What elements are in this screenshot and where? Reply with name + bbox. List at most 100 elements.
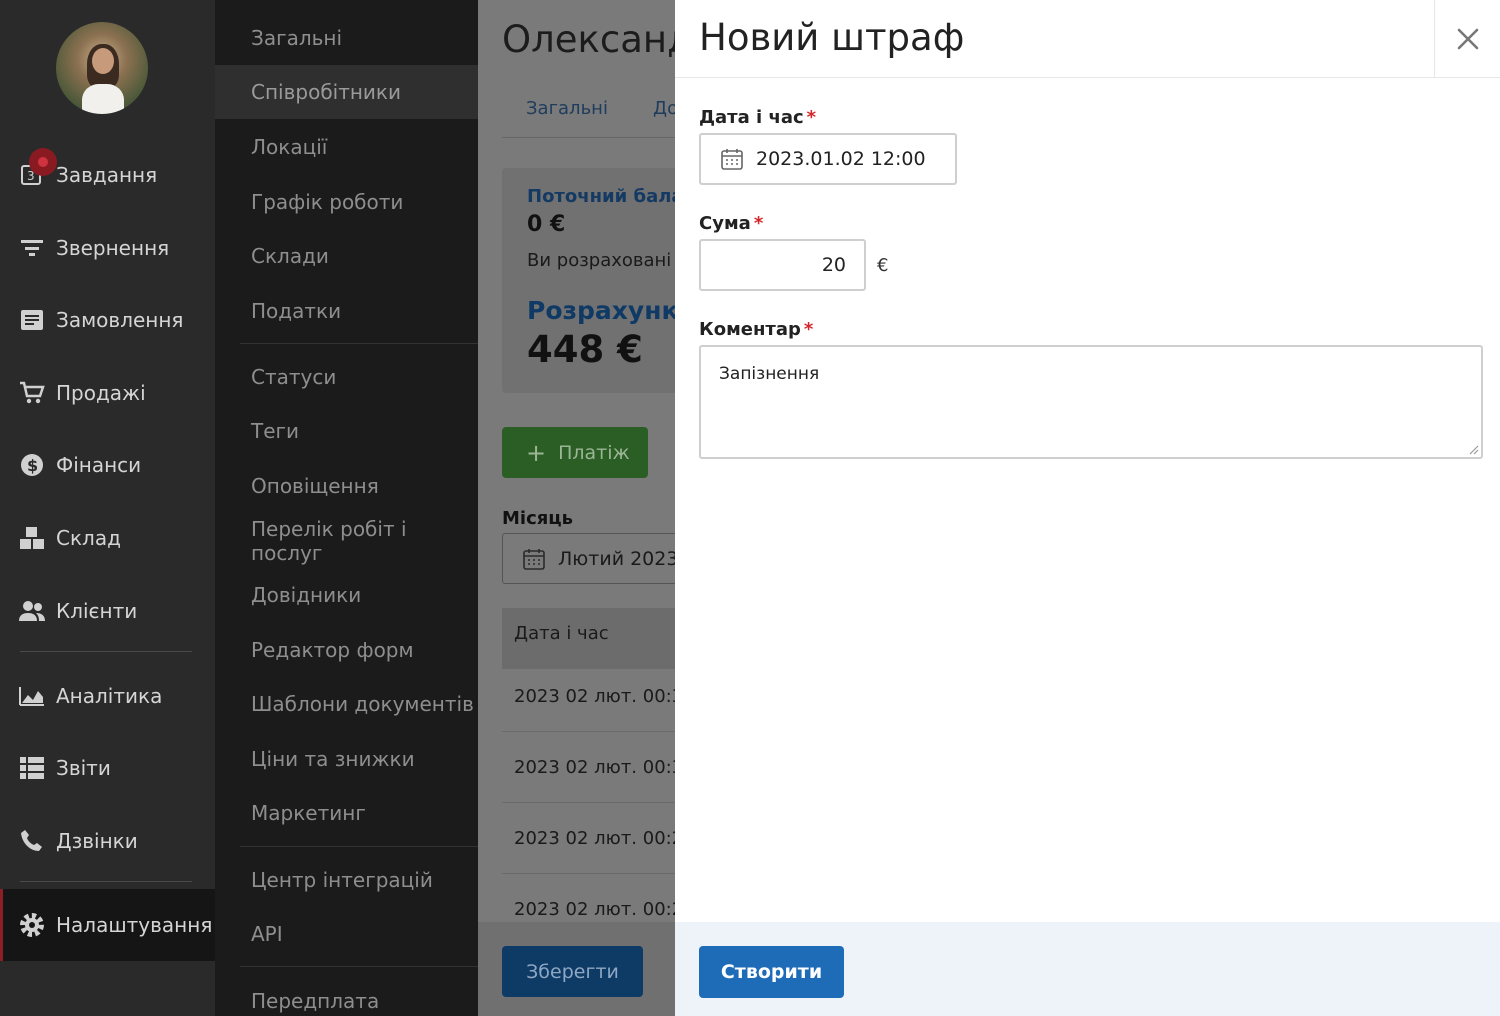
sidebar-item-label: Замовлення xyxy=(56,308,184,332)
required-mark: * xyxy=(753,213,764,234)
submenu-item-general[interactable]: Загальні xyxy=(215,11,478,65)
submenu-item-locations[interactable]: Локації xyxy=(215,120,478,174)
sidebar-item-clients[interactable]: Клієнти xyxy=(0,583,215,639)
cart-icon xyxy=(19,380,45,406)
sidebar-item-requests[interactable]: Звернення xyxy=(0,220,215,276)
sidebar-divider xyxy=(20,881,192,882)
settlement-value: 448 € xyxy=(527,328,643,371)
sum-field-label: Сума * xyxy=(699,213,764,234)
settlement-label: Розрахунко xyxy=(527,296,675,325)
sidebar-item-label: Фінанси xyxy=(56,453,142,477)
submenu-item-form-editor[interactable]: Редактор форм xyxy=(215,623,478,677)
submenu-item-services[interactable]: Перелік робіт і послуг xyxy=(215,514,478,568)
close-button[interactable] xyxy=(1434,0,1500,78)
submenu-item-statuses[interactable]: Статуси xyxy=(215,350,478,404)
sidebar-item-warehouse[interactable]: Склад xyxy=(0,510,215,566)
chart-area-icon xyxy=(19,683,45,709)
submenu-item-schedule[interactable]: Графік роботи xyxy=(215,175,478,229)
balance-card: Поточний бала 0 € Ви розраховані Розраху… xyxy=(502,168,675,393)
sidebar-item-label: Склад xyxy=(56,526,121,550)
submenu-item-doc-templates[interactable]: Шаблони документів xyxy=(215,677,478,731)
page-title: Олександ xyxy=(502,18,675,61)
sidebar-item-calls[interactable]: Дзвінки xyxy=(0,813,215,869)
sidebar-item-label: Дзвінки xyxy=(56,829,138,853)
sidebar-item-reports[interactable]: Звіти xyxy=(0,740,215,796)
required-mark: * xyxy=(803,319,814,340)
users-icon xyxy=(19,598,45,624)
resize-handle-icon[interactable] xyxy=(1467,443,1479,455)
submenu-item-notifications[interactable]: Оповіщення xyxy=(215,459,478,513)
boxes-icon xyxy=(19,525,45,551)
sidebar-divider xyxy=(20,651,192,652)
notification-badge xyxy=(29,148,57,176)
orders-icon xyxy=(19,307,45,333)
currency-label: € xyxy=(877,255,889,276)
sidebar-item-label: Налаштування xyxy=(56,913,213,937)
tab-second[interactable]: До xyxy=(653,98,675,119)
table-row[interactable]: 2023 02 лют. 00:37 xyxy=(502,661,675,732)
table-header-datetime: Дата і час xyxy=(502,608,675,669)
settings-submenu: Загальні Співробітники Локації Графік ро… xyxy=(215,0,478,1016)
modal-header: Новий штраф xyxy=(675,0,1500,78)
save-button[interactable]: Зберегти xyxy=(502,946,643,997)
modal-title: Новий штраф xyxy=(699,16,965,59)
sidebar-item-label: Звіти xyxy=(56,756,111,780)
submenu-item-api[interactable]: API xyxy=(215,907,478,961)
submenu-item-subscription[interactable]: Передплата xyxy=(215,974,478,1016)
employee-page-background: Олександ Загальні До Поточний бала 0 € В… xyxy=(478,0,675,1016)
submenu-divider xyxy=(240,966,478,967)
calendar-icon xyxy=(523,548,545,575)
sidebar-item-label: Завдання xyxy=(56,163,158,187)
submenu-item-directories[interactable]: Довідники xyxy=(215,568,478,622)
submenu-item-tags[interactable]: Теги xyxy=(215,404,478,458)
svg-text:$: $ xyxy=(27,456,38,475)
dollar-icon: $ xyxy=(19,452,45,478)
sidebar-item-label: Продажі xyxy=(56,381,146,405)
add-payment-label: Платіж xyxy=(558,441,630,464)
sidebar-item-sales[interactable]: Продажі xyxy=(0,365,215,421)
table-row[interactable]: 2023 02 лют. 00:31 xyxy=(502,732,675,803)
tabs-underline xyxy=(502,137,675,138)
current-balance-label: Поточний бала xyxy=(527,186,675,207)
phone-icon xyxy=(19,828,45,854)
submenu-divider xyxy=(240,343,478,344)
month-picker[interactable]: Лютий 2023 xyxy=(502,533,675,584)
submenu-divider xyxy=(240,846,478,847)
settled-text: Ви розраховані xyxy=(527,250,672,271)
submenu-item-prices[interactable]: Ціни та знижки xyxy=(215,732,478,786)
add-payment-button[interactable]: + Платіж xyxy=(502,427,648,478)
submenu-item-employees[interactable]: Співробітники xyxy=(215,65,478,119)
main-sidebar: 3 Завдання Звернення Замовлення Продажі … xyxy=(0,0,215,1016)
month-label: Місяць xyxy=(502,508,574,529)
filter-icon xyxy=(19,235,45,261)
sidebar-item-label: Аналітика xyxy=(56,684,163,708)
plus-icon: + xyxy=(526,438,547,467)
submenu-item-integrations[interactable]: Центр інтеграцій xyxy=(215,853,478,907)
submenu-item-taxes[interactable]: Податки xyxy=(215,284,478,338)
sum-input[interactable] xyxy=(699,239,866,291)
current-balance-value: 0 € xyxy=(527,212,566,237)
sidebar-item-label: Звернення xyxy=(56,236,170,260)
required-mark: * xyxy=(806,107,817,128)
sidebar-item-orders[interactable]: Замовлення xyxy=(0,292,215,348)
sidebar-item-settings[interactable]: Налаштування xyxy=(0,889,215,961)
gear-icon xyxy=(19,912,45,938)
list-icon xyxy=(19,755,45,781)
tab-general[interactable]: Загальні xyxy=(526,98,608,119)
table-row[interactable]: 2023 02 лют. 00:29 xyxy=(502,803,675,874)
submenu-item-marketing[interactable]: Маркетинг xyxy=(215,786,478,840)
datetime-input[interactable]: 2023.01.02 12:00 xyxy=(699,133,957,185)
calendar-icon xyxy=(721,148,743,175)
create-button[interactable]: Створити xyxy=(699,946,844,998)
datetime-value: 2023.01.02 12:00 xyxy=(756,148,926,170)
close-icon xyxy=(1457,28,1478,50)
date-field-label: Дата і час * xyxy=(699,107,817,128)
new-fine-modal: Новий штраф Дата і час * 2023.01.02 12:00… xyxy=(675,0,1500,1016)
comment-textarea[interactable]: Запізнення xyxy=(699,345,1483,459)
sidebar-item-label: Клієнти xyxy=(56,599,138,623)
sidebar-item-finance[interactable]: $ Фінанси xyxy=(0,437,215,493)
month-value: Лютий 2023 xyxy=(558,547,675,570)
avatar[interactable] xyxy=(56,22,148,114)
sidebar-item-analytics[interactable]: Аналітика xyxy=(0,668,215,724)
submenu-item-warehouses[interactable]: Склади xyxy=(215,229,478,283)
